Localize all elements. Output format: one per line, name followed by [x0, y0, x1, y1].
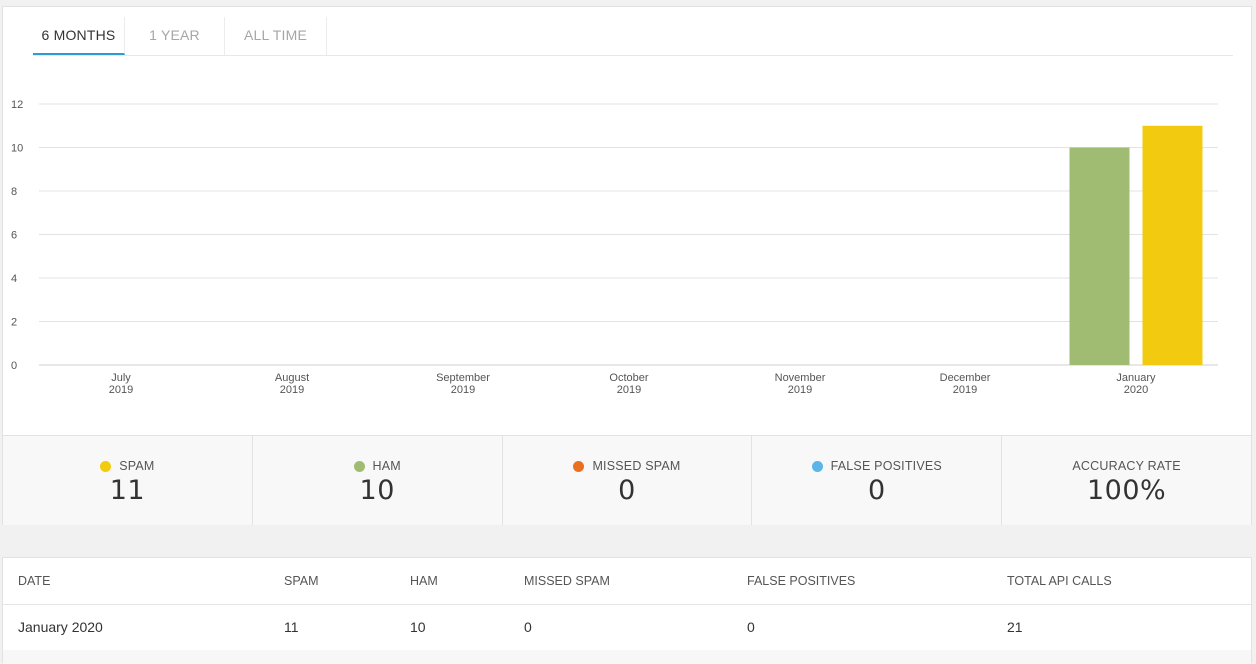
column-header-missed-spam: MISSED SPAM	[524, 574, 610, 588]
stats-summary: SPAM 11 HAM 10 MISSED SPAM 0 FALSE POSIT…	[3, 435, 1251, 525]
column-header-ham: HAM	[410, 574, 438, 588]
stat-accuracy-rate-label: ACCURACY RATE	[1072, 459, 1181, 473]
x-tick-label-year: 2019	[788, 384, 812, 396]
x-tick-label-year: 2019	[109, 384, 133, 396]
stat-spam-value: 11	[109, 475, 146, 506]
x-tick-label: September	[436, 372, 490, 384]
stat-ham-value: 10	[359, 475, 395, 506]
stat-accuracy-rate-value: 100%	[1086, 475, 1167, 506]
table-header-row: DATE SPAM HAM MISSED SPAM FALSE POSITIVE…	[3, 558, 1251, 605]
y-tick-label: 4	[11, 273, 17, 285]
stat-missed-spam-label: MISSED SPAM	[592, 459, 681, 473]
x-tick-label: January	[1116, 372, 1156, 384]
x-tick-label: October	[609, 372, 648, 384]
x-tick-label-year: 2019	[617, 384, 641, 396]
missed-spam-dot-icon	[573, 460, 585, 472]
bar-ham	[1069, 147, 1130, 365]
table-row-stripe	[3, 650, 1251, 664]
x-tick-label: December	[940, 372, 991, 384]
y-tick-label: 8	[11, 186, 17, 198]
stat-missed-spam: MISSED SPAM 0	[503, 436, 753, 525]
x-tick-label: August	[275, 372, 309, 384]
x-tick-label-year: 2019	[280, 384, 304, 396]
monthly-table: DATE SPAM HAM MISSED SPAM FALSE POSITIVE…	[2, 557, 1252, 664]
cell-missed-spam: 0	[524, 619, 532, 635]
cell-date: January 2020	[18, 619, 103, 635]
stat-ham: HAM 10	[253, 436, 503, 525]
table-row: January 2020 11 10 0 0 21	[3, 605, 1251, 650]
spam-dot-icon	[100, 460, 112, 472]
stat-spam: SPAM 11	[3, 436, 253, 525]
stats-panel: 6 MONTHS 1 YEAR ALL TIME 0 2 4 6 8 10 12 July 20…	[2, 6, 1252, 525]
y-tick-label: 12	[11, 99, 23, 111]
bar-chart: 024681012July2019August2019September2019…	[11, 99, 1218, 396]
cell-ham: 10	[410, 619, 426, 635]
x-tick-label-year: 2020	[1124, 384, 1148, 396]
column-header-total-api-calls: TOTAL API CALLS	[1007, 574, 1112, 588]
stat-spam-label: SPAM	[119, 459, 155, 473]
cell-spam: 11	[284, 619, 299, 635]
y-tick-label: 10	[11, 143, 23, 155]
cell-false-positives: 0	[747, 619, 755, 635]
column-header-spam: SPAM	[284, 574, 319, 588]
bar-spam	[1142, 125, 1203, 365]
stat-false-positives-label: FALSE POSITIVES	[830, 459, 942, 473]
stat-false-positives-value: 0	[867, 475, 886, 506]
false-positives-dot-icon	[811, 460, 823, 472]
y-tick-label: 6	[11, 230, 17, 242]
stat-false-positives: FALSE POSITIVES 0	[752, 436, 1003, 525]
x-tick-label: November	[775, 372, 826, 384]
ham-dot-icon	[353, 460, 365, 472]
y-tick-label: 2	[11, 317, 17, 329]
x-tick-label-year: 2019	[451, 384, 475, 396]
y-tick-label: 0	[11, 360, 17, 372]
stat-ham-label: HAM	[372, 459, 401, 473]
x-tick-label: July	[111, 372, 131, 384]
stat-missed-spam-value: 0	[618, 475, 636, 506]
column-header-date: DATE	[18, 574, 51, 588]
x-tick-label-year: 2019	[953, 384, 977, 396]
cell-total-api-calls: 21	[1007, 619, 1023, 635]
stat-accuracy-rate: ACCURACY RATE 100%	[1002, 436, 1251, 525]
column-header-false-positives: FALSE POSITIVES	[747, 574, 856, 588]
